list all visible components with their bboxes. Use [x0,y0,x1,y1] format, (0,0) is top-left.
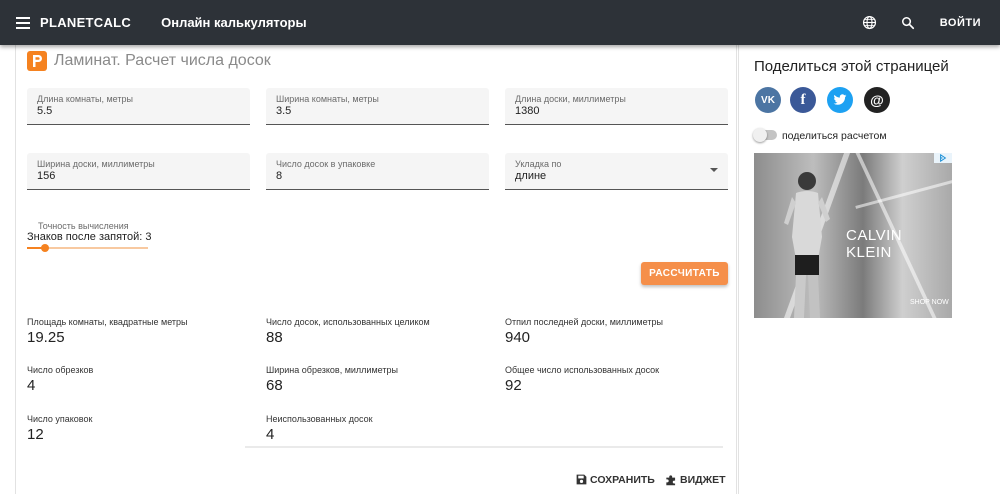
result-value: 92 [505,377,522,394]
adchoices-icon[interactable] [934,153,952,163]
room-width-label: Ширина комнаты, метры [276,94,379,104]
result-total-boards: Общее число использованных досок 92 [505,365,735,394]
ad-shop-now-link[interactable]: SHOP NOW [910,299,949,306]
board-length-input[interactable] [515,105,705,117]
result-unused-boards: Неиспользованных досок 4 [266,414,496,443]
ad-brand-text: CALVIN KLEIN [846,227,903,261]
board-width-input[interactable] [37,170,227,182]
brand-logo[interactable]: PLANETCALC [40,15,131,30]
boards-per-pack-field[interactable]: Число досок в упаковке [266,153,489,190]
room-length-input[interactable] [37,105,227,117]
precision-value: Знаков после запятой: 3 [27,231,152,243]
sidebar-divider [738,45,739,494]
advertisement-banner[interactable]: CALVIN KLEIN SHOP NOW [754,153,952,318]
save-icon [576,474,587,485]
precision-slider-thumb[interactable] [41,244,50,252]
result-label: Отпил последней доски, миллиметры [505,317,663,327]
board-width-field[interactable]: Ширина доски, миллиметры [27,153,250,190]
share-calculation-label: поделиться расчетом [782,130,887,142]
share-heading: Поделиться этой страницей [754,58,949,75]
result-label: Число упаковок [27,414,93,424]
email-share-icon[interactable]: @ [864,87,890,113]
top-actions: ВОЙТИ [858,11,1000,35]
calculate-button[interactable]: РАССЧИТАТЬ [641,262,728,285]
boards-per-pack-input[interactable] [276,170,466,182]
result-label: Число досок, использованных целиком [266,317,430,327]
menu-icon[interactable] [16,14,38,32]
result-value: 68 [266,377,283,394]
login-button[interactable]: ВОЙТИ [940,17,981,29]
page-title: Ламинат. Расчет числа досок [54,52,271,69]
board-length-label: Длина доски, миллиметры [515,94,626,104]
result-whole-boards: Число досок, использованных целиком 88 [266,317,496,346]
planetcalc-logo-icon [27,51,47,71]
result-last-board-cut: Отпил последней доски, миллиметры 940 [505,317,735,346]
result-value: 12 [27,426,44,443]
laying-direction-select[interactable]: Укладка по длине [505,153,728,190]
widget-label: ВИДЖЕТ [680,474,726,486]
save-button[interactable]: СОХРАНИТЬ [575,473,655,486]
result-value: 19.25 [27,329,65,346]
result-room-area: Площадь комнаты, квадратные метры 19.25 [27,317,257,346]
result-label: Неиспользованных досок [266,414,373,424]
share-calculation-toggle[interactable] [753,128,777,142]
toggle-knob [753,128,767,142]
result-value: 4 [266,426,275,443]
laying-direction-label: Укладка по [515,159,562,169]
top-app-bar: PLANETCALC Онлайн калькуляторы ВОЙТИ [0,0,1000,45]
precision-slider-block: Точность вычисления Знаков после запятой… [27,221,152,252]
room-width-field[interactable]: Ширина комнаты, метры [266,88,489,125]
result-packs: Число упаковок 12 [27,414,257,443]
result-offcut-width: Ширина обрезков, миллиметры 68 [266,365,496,394]
bottom-separator [245,446,723,448]
widget-button[interactable]: ВИДЖЕТ [664,473,726,487]
result-label: Число обрезков [27,365,94,375]
ad-model-image [784,172,830,318]
boards-per-pack-label: Число досок в упаковке [276,159,376,169]
board-length-field[interactable]: Длина доски, миллиметры [505,88,728,125]
room-length-field[interactable]: Длина комнаты, метры [27,88,250,125]
result-label: Общее число использованных досок [505,365,660,375]
calculator-title: Ламинат. Расчет числа досок [27,51,271,71]
calculator-card: Ламинат. Расчет числа досок Длина комнат… [15,45,737,494]
precision-label: Точность вычисления [38,221,129,231]
result-offcuts-count: Число обрезков 4 [27,365,257,394]
room-length-label: Длина комнаты, метры [37,94,133,104]
site-subtitle[interactable]: Онлайн калькуляторы [161,15,306,30]
puzzle-icon [666,475,676,486]
result-value: 940 [505,329,531,346]
search-icon[interactable] [896,11,920,35]
result-value: 88 [266,329,283,346]
vk-share-icon[interactable]: VK [755,87,781,113]
room-width-input[interactable] [276,105,466,117]
save-label: СОХРАНИТЬ [590,473,655,486]
precision-slider[interactable] [27,244,148,252]
twitter-share-icon[interactable]: t [827,87,853,113]
language-globe-icon[interactable] [858,11,882,35]
result-label: Ширина обрезков, миллиметры [266,365,398,375]
dropdown-arrow-icon[interactable] [710,168,718,172]
result-value: 4 [27,377,36,394]
laying-direction-value: длине [515,170,547,182]
result-label: Площадь комнаты, квадратные метры [27,317,188,327]
board-width-label: Ширина доски, миллиметры [37,159,155,169]
facebook-share-icon[interactable]: f [790,87,816,113]
